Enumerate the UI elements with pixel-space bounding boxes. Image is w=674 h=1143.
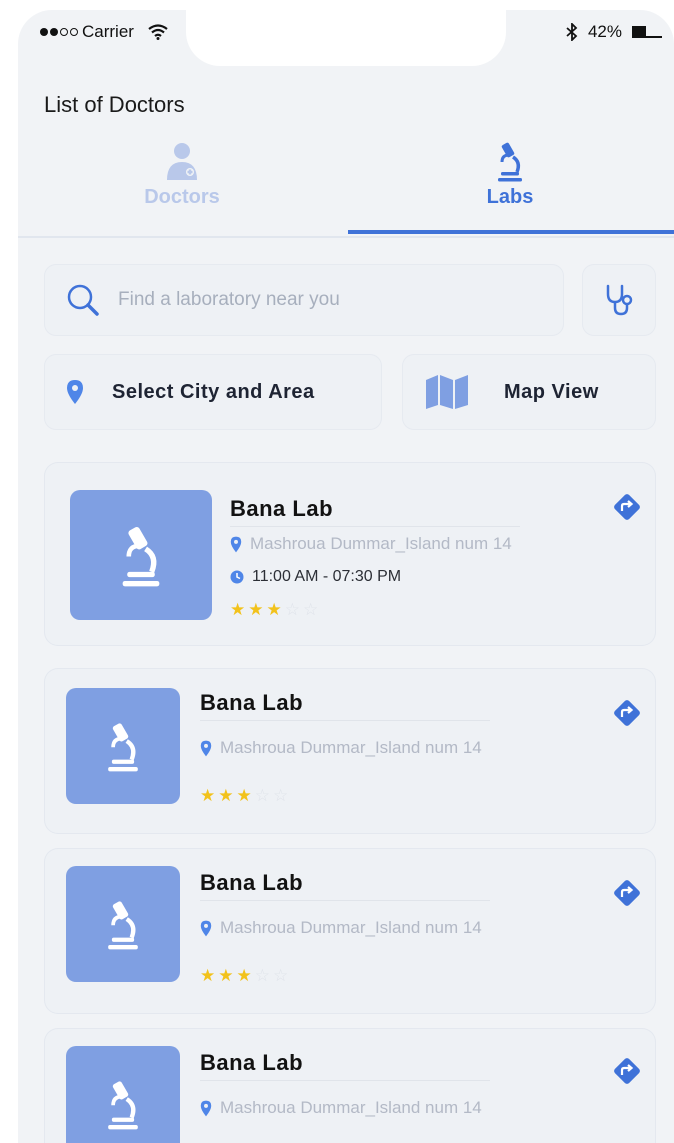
lab-address: Mashroua Dummar_Island num 14 bbox=[200, 918, 482, 938]
battery-icon bbox=[632, 25, 662, 39]
lab-address: Mashroua Dummar_Island num 14 bbox=[230, 534, 512, 554]
microscope-icon bbox=[122, 526, 160, 587]
bluetooth-icon bbox=[566, 23, 578, 41]
signal-icon bbox=[40, 28, 78, 36]
tab-doctors-label: Doctors bbox=[144, 186, 220, 208]
lab-address-text: Mashroua Dummar_Island num 14 bbox=[220, 1098, 482, 1117]
wifi-icon bbox=[148, 24, 168, 40]
notch bbox=[186, 10, 506, 66]
rating-stars: ★★★☆☆ bbox=[200, 786, 292, 805]
rating-stars: ★★★☆☆ bbox=[230, 600, 322, 619]
tab-labs[interactable]: Labs bbox=[346, 138, 674, 238]
lab-address-text: Mashroua Dummar_Island num 14 bbox=[250, 534, 512, 553]
lab-address: Mashroua Dummar_Island num 14 bbox=[200, 1098, 482, 1118]
lab-hours: 11:00 AM - 07:30 PM bbox=[230, 568, 401, 586]
lab-thumbnail bbox=[66, 1046, 180, 1143]
tab-labs-label: Labs bbox=[486, 186, 534, 208]
doctor-icon bbox=[167, 143, 197, 180]
search-box[interactable] bbox=[44, 264, 564, 336]
carrier-indicator: Carrier bbox=[40, 22, 168, 42]
lab-card[interactable]: Bana Lab Mashroua Dummar_Island num 14 bbox=[44, 1028, 656, 1143]
microscope-icon bbox=[108, 1081, 138, 1130]
divider bbox=[200, 900, 490, 901]
rating-stars: ★★★☆☆ bbox=[200, 966, 292, 985]
tab-doctors[interactable]: Doctors bbox=[18, 138, 346, 238]
location-pin-icon bbox=[230, 536, 242, 552]
location-pin-icon bbox=[200, 740, 212, 756]
map-icon bbox=[426, 375, 468, 409]
active-tab-indicator bbox=[348, 230, 674, 234]
lab-name: Bana Lab bbox=[200, 1050, 304, 1075]
lab-name: Bana Lab bbox=[230, 496, 334, 521]
directions-icon[interactable] bbox=[612, 698, 642, 728]
lab-thumbnail bbox=[70, 490, 212, 620]
directions-icon[interactable] bbox=[612, 1056, 642, 1086]
lab-address: Mashroua Dummar_Island num 14 bbox=[200, 738, 482, 758]
battery-percent: 42% bbox=[587, 22, 622, 41]
divider bbox=[230, 526, 520, 527]
lab-card[interactable]: Bana Lab Mashroua Dummar_Island num 14 ★… bbox=[44, 848, 656, 1014]
map-view-label: Map View bbox=[504, 380, 599, 403]
microscope-icon bbox=[108, 901, 138, 950]
select-city-area-label: Select City and Area bbox=[112, 380, 315, 403]
app-screen: Carrier 42% List of Doctors Doctors Labs… bbox=[18, 10, 674, 1143]
clock-icon bbox=[230, 570, 244, 584]
lab-thumbnail bbox=[66, 866, 180, 982]
lab-address-text: Mashroua Dummar_Island num 14 bbox=[220, 738, 482, 757]
directions-icon[interactable] bbox=[612, 492, 642, 522]
microscope-icon bbox=[108, 723, 138, 772]
stethoscope-icon bbox=[606, 284, 633, 316]
page-title: List of Doctors bbox=[44, 92, 185, 117]
location-pin-icon bbox=[67, 380, 83, 404]
status-right: 42% bbox=[566, 22, 662, 42]
lab-address-text: Mashroua Dummar_Island num 14 bbox=[220, 918, 482, 937]
lab-name: Bana Lab bbox=[200, 690, 304, 715]
map-view-button[interactable]: Map View bbox=[402, 354, 656, 430]
status-bar: Carrier 42% bbox=[18, 10, 674, 66]
location-pin-icon bbox=[200, 1100, 212, 1116]
lab-hours-text: 11:00 AM - 07:30 PM bbox=[252, 568, 402, 585]
divider bbox=[200, 720, 490, 721]
directions-icon[interactable] bbox=[612, 878, 642, 908]
divider bbox=[200, 1080, 490, 1081]
lab-card[interactable]: Bana Lab Mashroua Dummar_Island num 14 1… bbox=[44, 462, 656, 646]
search-input[interactable] bbox=[118, 289, 518, 311]
select-city-area-button[interactable]: Select City and Area bbox=[44, 354, 382, 430]
lab-name: Bana Lab bbox=[200, 870, 304, 895]
tab-bar: Doctors Labs bbox=[18, 138, 674, 238]
search-icon bbox=[67, 284, 99, 316]
specialty-filter-button[interactable] bbox=[582, 264, 656, 336]
carrier-name: Carrier bbox=[82, 22, 134, 41]
location-pin-icon bbox=[200, 920, 212, 936]
lab-thumbnail bbox=[66, 688, 180, 804]
microscope-icon bbox=[498, 142, 522, 182]
lab-card[interactable]: Bana Lab Mashroua Dummar_Island num 14 ★… bbox=[44, 668, 656, 834]
